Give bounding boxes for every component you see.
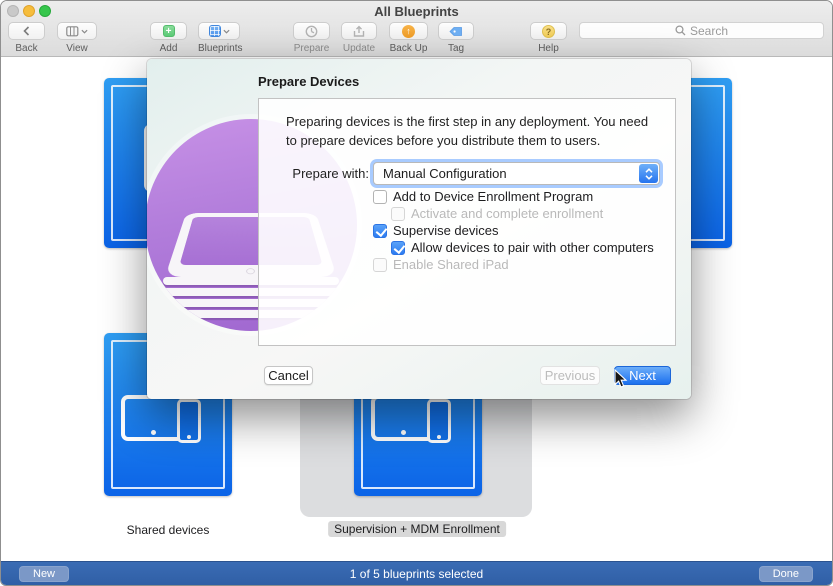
toolbar-tag[interactable]: Tag [438, 22, 474, 54]
tag-icon [438, 22, 474, 40]
blueprint-label-supervision-mdm[interactable]: Supervision + MDM Enrollment [328, 521, 506, 537]
ipad-outline-icon [121, 395, 185, 441]
view-grid-icon [57, 22, 97, 40]
toolbar-add[interactable]: + Add [150, 22, 187, 54]
titlebar-toolbar: All Blueprints Back View + Add Blueprint… [1, 1, 832, 57]
toolbar-back[interactable]: Back [8, 22, 45, 54]
toolbar-backup[interactable]: ↑ Back Up [389, 22, 428, 54]
search-input[interactable]: Search [579, 22, 824, 39]
dialog-content-box: Preparing devices is the first step in a… [258, 98, 676, 346]
checkbox-activate-enrollment[interactable]: Activate and complete enrollment [391, 206, 654, 221]
done-button[interactable]: Done [759, 566, 813, 582]
toolbar-update[interactable]: Update [341, 22, 377, 54]
options-checkbox-group: Add to Device Enrollment Program Activat… [373, 189, 654, 274]
previous-button[interactable]: Previous [540, 366, 600, 385]
toolbar-view[interactable]: View [57, 22, 97, 54]
chevron-left-icon [8, 22, 45, 40]
checkbox-icon [373, 190, 387, 204]
blueprints-grid-icon [209, 25, 221, 37]
checkbox-allow-pairing[interactable]: Allow devices to pair with other compute… [391, 240, 654, 255]
app-window: All Blueprints Back View + Add Blueprint… [0, 0, 833, 586]
checkbox-add-dep[interactable]: Add to Device Enrollment Program [373, 189, 654, 204]
popup-selected-value: Manual Configuration [383, 166, 507, 181]
toolbar-help[interactable]: ? Help [530, 22, 567, 54]
mouse-cursor [614, 369, 628, 389]
checkbox-icon [391, 241, 405, 255]
help-icon: ? [542, 25, 555, 38]
search-icon [675, 25, 686, 36]
selection-status-text: 1 of 5 blueprints selected [1, 567, 832, 581]
iphone-outline-icon [427, 399, 451, 443]
toolbar-prepare[interactable]: Prepare [293, 22, 330, 54]
checkbox-icon [373, 258, 387, 272]
checkbox-icon [373, 224, 387, 238]
search-placeholder: Search [690, 24, 728, 38]
toolbar-blueprints[interactable]: Blueprints [198, 22, 240, 54]
prepare-with-popup[interactable]: Manual Configuration [373, 162, 660, 185]
prepare-devices-dialog: Prepare Devices Preparing devices is the… [147, 59, 691, 399]
ipad-outline-icon [371, 395, 435, 441]
status-bar: New 1 of 5 blueprints selected Done [1, 561, 832, 585]
update-arrow-icon [341, 22, 377, 40]
backup-circle-icon: ↑ [402, 25, 415, 38]
window-title: All Blueprints [1, 4, 832, 19]
blueprint-label-shared-devices[interactable]: Shared devices [127, 523, 210, 537]
dialog-description: Preparing devices is the first step in a… [286, 112, 658, 150]
checkbox-enable-shared-ipad[interactable]: Enable Shared iPad [373, 257, 654, 272]
add-plus-icon: + [163, 25, 175, 37]
prepare-dial-icon [293, 22, 330, 40]
prepare-with-label: Prepare with: [269, 166, 369, 181]
dialog-title: Prepare Devices [258, 74, 359, 89]
cancel-button[interactable]: Cancel [264, 366, 313, 385]
popup-stepper-icon [639, 164, 658, 183]
checkbox-icon [391, 207, 405, 221]
iphone-outline-icon [177, 399, 201, 443]
checkbox-supervise-devices[interactable]: Supervise devices [373, 223, 654, 238]
